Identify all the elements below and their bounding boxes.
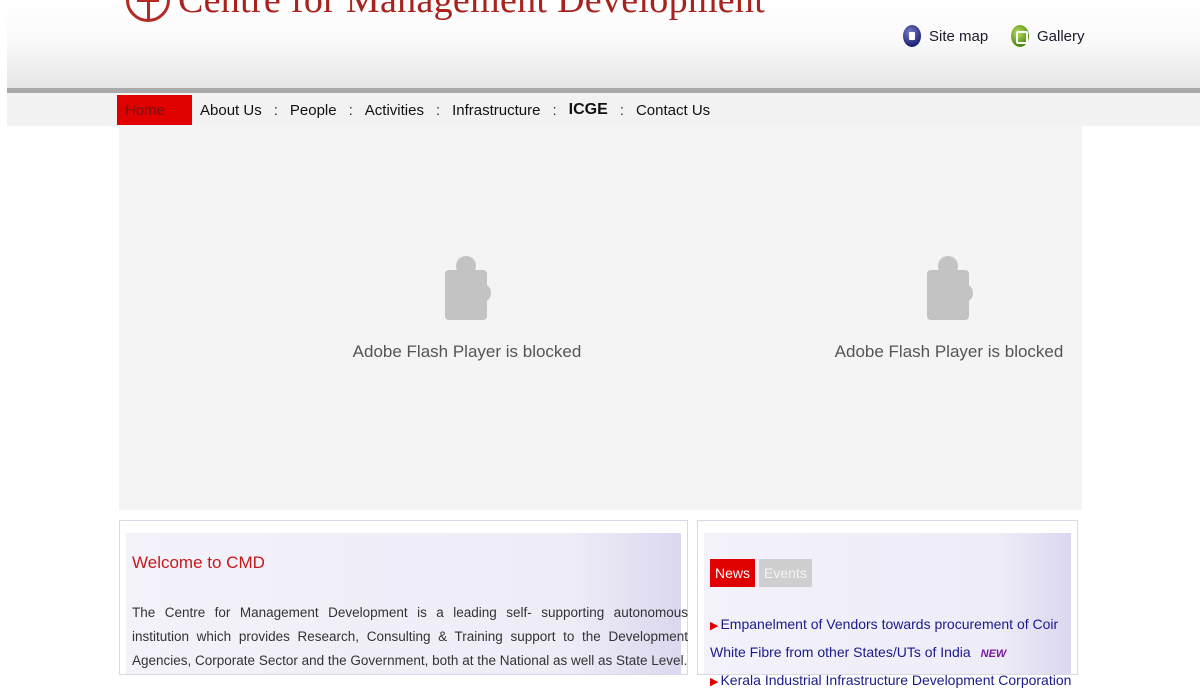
gallery-icon [1011,25,1029,47]
flash-blocked-message: Adobe Flash Player is blocked [352,342,582,361]
main-nav: Home About Us : People : Activities : In… [117,95,718,125]
nav-separator: : [348,101,353,119]
nav-item-people[interactable]: People [282,95,345,125]
news-item[interactable]: ▶ Kerala Industrial Infrastructure Develo… [710,667,1078,695]
sitemap-link[interactable]: Site map [903,25,988,47]
news-panel: News Events ▶ Empanelment of Vendors towa… [697,520,1078,688]
welcome-title: Welcome to CMD [132,553,265,572]
nav-separator: : [619,101,624,119]
tab-news[interactable]: News [710,559,756,587]
flash-plugin-right[interactable]: Adobe Flash Player is blocked [819,256,1079,362]
gallery-link[interactable]: Gallery [1011,25,1085,47]
arrow-bullet-icon: ▶ [710,676,719,688]
flash-blocked-message: Adobe Flash Player is blocked [834,342,1064,361]
sitemap-icon [903,25,921,47]
flash-plugin-left[interactable]: Adobe Flash Player is blocked [337,256,597,362]
sitemap-label: Site map [929,27,989,45]
news-item[interactable]: ▶ Empanelment of Vendors towards procurem… [710,611,1078,667]
nav-item-about-us[interactable]: About Us [192,95,270,125]
nav-item-contact-us[interactable]: Contact Us [628,95,718,125]
nav-separator: : [435,101,441,119]
new-badge: NEW [980,648,1007,660]
nav-item-infrastructure[interactable]: Infrastructure [444,95,548,125]
nav-item-home[interactable]: Home [117,95,192,125]
news-list: ▶ Empanelment of Vendors towards procurem… [710,611,1078,695]
puzzle-plugin-icon [925,256,973,322]
welcome-panel-body: Welcome to CMD The Centre for Management… [126,533,688,674]
welcome-panel: Welcome to CMD The Centre for Management… [119,520,688,675]
nav-separator: : [552,101,557,119]
nav-separator: : [273,101,278,119]
news-item-text: Kerala Industrial Infrastructure Develop… [720,672,1072,688]
nav-item-activities[interactable]: Activities [357,95,432,125]
nav-item-icge[interactable]: ICGE [561,95,616,125]
news-panel-body: News Events ▶ Empanelment of Vendors towa… [704,533,1071,688]
welcome-text: The Centre for Management Development is… [132,605,688,668]
site-title[interactable]: Centre for Management Development [178,0,765,22]
flash-banner-area: Adobe Flash Player is blocked Adobe Flas… [119,126,1082,510]
gallery-label: Gallery [1037,27,1085,45]
tab-events[interactable]: Events [759,559,812,587]
news-tabs: News Events [710,559,812,587]
arrow-bullet-icon: ▶ [710,620,719,632]
puzzle-plugin-icon [443,256,491,322]
